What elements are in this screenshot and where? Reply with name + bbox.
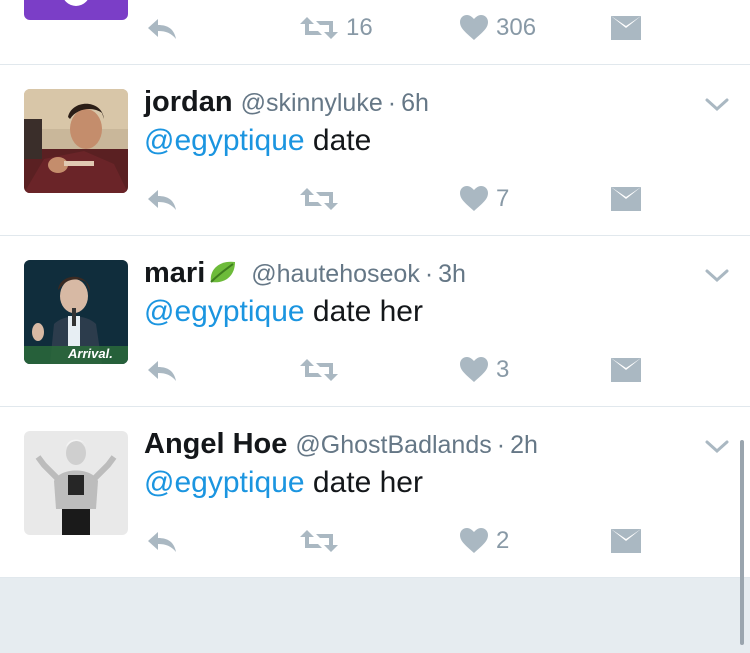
heart-icon bbox=[460, 15, 488, 40]
separator-dot: · bbox=[496, 431, 506, 459]
display-name[interactable]: mari bbox=[144, 257, 205, 289]
mention-link[interactable]: @egyptique bbox=[144, 466, 305, 499]
user-handle[interactable]: @hautehoseok bbox=[251, 260, 420, 288]
timestamp[interactable]: 3h bbox=[438, 260, 466, 288]
like-button[interactable]: 306 bbox=[460, 8, 536, 48]
retweet-icon bbox=[300, 359, 338, 381]
display-name[interactable]: jordan bbox=[144, 86, 233, 118]
retweet-button[interactable]: 16 bbox=[300, 8, 373, 48]
like-count: 306 bbox=[496, 14, 537, 41]
timestamp[interactable]: 2h bbox=[510, 431, 538, 459]
retweet-button[interactable] bbox=[300, 350, 346, 390]
retweet-icon bbox=[300, 530, 338, 552]
tweet-actions: 3 bbox=[0, 350, 750, 390]
tweet-header: jordan @skinnyluke · 6h bbox=[144, 85, 429, 119]
reply-button[interactable] bbox=[146, 350, 178, 390]
reply-button[interactable] bbox=[146, 521, 178, 561]
heart-icon bbox=[460, 186, 488, 211]
tweet-text-content: date her bbox=[304, 295, 423, 328]
tweet-item[interactable]: Arrival. mari @hautehoseok · 3h @egyptique … bbox=[0, 236, 750, 407]
user-handle[interactable]: @skinnyluke bbox=[241, 89, 383, 117]
display-name[interactable]: Angel Hoe bbox=[144, 428, 287, 460]
chevron-down-icon[interactable] bbox=[704, 95, 730, 115]
envelope-icon bbox=[611, 16, 641, 40]
like-button[interactable]: 7 bbox=[460, 179, 509, 219]
direct-message-button[interactable] bbox=[611, 179, 641, 219]
retweet-count: 16 bbox=[346, 14, 373, 41]
tweet-actions: 2 bbox=[0, 521, 750, 561]
envelope-icon bbox=[611, 529, 641, 553]
tweet-actions: 7 bbox=[0, 179, 750, 219]
reply-button[interactable] bbox=[146, 8, 178, 48]
like-button[interactable]: 2 bbox=[460, 521, 509, 561]
retweet-icon bbox=[300, 188, 338, 210]
chevron-down-icon[interactable] bbox=[704, 437, 730, 457]
avatar[interactable] bbox=[24, 431, 128, 535]
tweet-text-content: date bbox=[304, 124, 372, 157]
chevron-down-icon[interactable] bbox=[704, 266, 730, 286]
tweet-text-content: date her bbox=[304, 466, 423, 499]
tweet-text: @egyptique date bbox=[144, 121, 371, 161]
user-handle[interactable]: @GhostBadlands bbox=[295, 431, 491, 459]
direct-message-button[interactable] bbox=[611, 8, 641, 48]
like-count: 3 bbox=[496, 356, 510, 383]
envelope-icon bbox=[611, 358, 641, 382]
tweet-header: mari @hautehoseok · 3h bbox=[144, 256, 466, 290]
tweet-actions: 16 306 bbox=[0, 8, 750, 48]
heart-icon bbox=[460, 528, 488, 553]
tweet-item[interactable]: 16 306 bbox=[0, 0, 750, 65]
heart-icon bbox=[460, 357, 488, 382]
like-count: 7 bbox=[496, 185, 510, 212]
mention-link[interactable]: @egyptique bbox=[144, 295, 305, 328]
direct-message-button[interactable] bbox=[611, 350, 641, 390]
reply-icon bbox=[148, 532, 176, 552]
scrollbar[interactable] bbox=[740, 440, 744, 645]
tweet-item[interactable]: jordan @skinnyluke · 6h @egyptique date 7 bbox=[0, 65, 750, 236]
reply-icon bbox=[148, 361, 176, 381]
tweet-item[interactable]: Angel Hoe @GhostBadlands · 2h @egyptique da… bbox=[0, 407, 750, 578]
avatar[interactable]: Arrival. bbox=[24, 260, 128, 364]
separator-dot: · bbox=[387, 89, 397, 117]
direct-message-button[interactable] bbox=[611, 521, 641, 561]
separator-dot: · bbox=[424, 260, 434, 288]
retweet-button[interactable] bbox=[300, 179, 346, 219]
reply-button[interactable] bbox=[146, 179, 178, 219]
like-count: 2 bbox=[496, 527, 510, 554]
retweet-icon bbox=[300, 17, 338, 39]
tweet-text: @egyptique date her bbox=[144, 292, 423, 332]
reply-icon bbox=[148, 19, 176, 39]
leaf-emoji-icon bbox=[210, 261, 236, 283]
tweet-text: @egyptique date her bbox=[144, 463, 423, 503]
retweet-button[interactable] bbox=[300, 521, 346, 561]
timeline-footer bbox=[0, 578, 750, 653]
reply-icon bbox=[148, 190, 176, 210]
timestamp[interactable]: 6h bbox=[401, 89, 429, 117]
avatar[interactable] bbox=[24, 89, 128, 193]
tweet-header: Angel Hoe @GhostBadlands · 2h bbox=[144, 427, 538, 461]
mention-link[interactable]: @egyptique bbox=[144, 124, 305, 157]
envelope-icon bbox=[611, 187, 641, 211]
like-button[interactable]: 3 bbox=[460, 350, 509, 390]
